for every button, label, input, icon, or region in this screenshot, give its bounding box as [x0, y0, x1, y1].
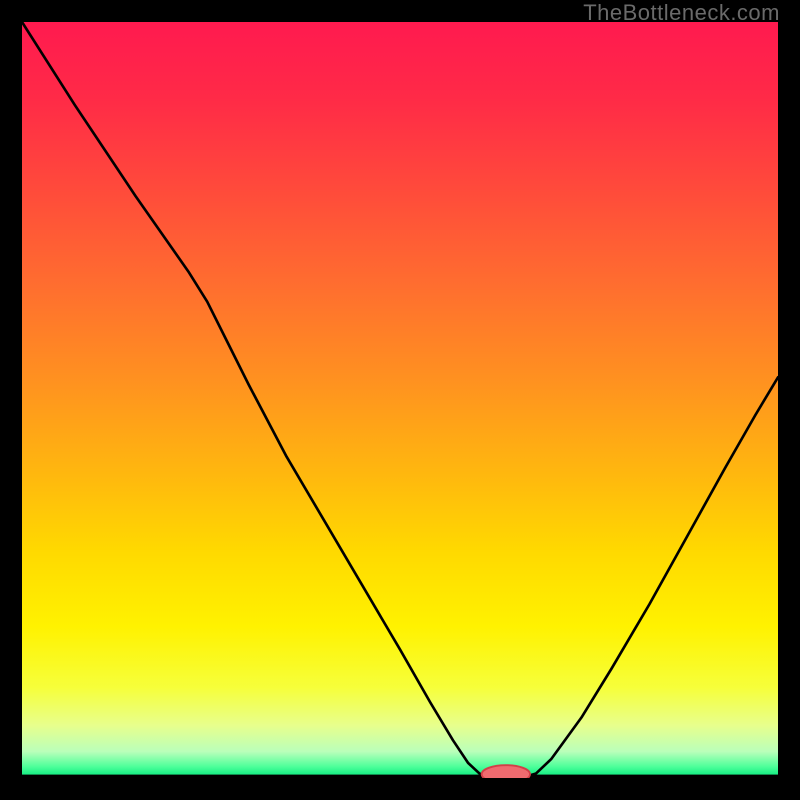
chart-background [22, 22, 778, 778]
chart-frame [22, 22, 778, 778]
bottleneck-chart [22, 22, 778, 778]
chart-baseline [22, 775, 778, 778]
optimal-marker [482, 765, 530, 778]
